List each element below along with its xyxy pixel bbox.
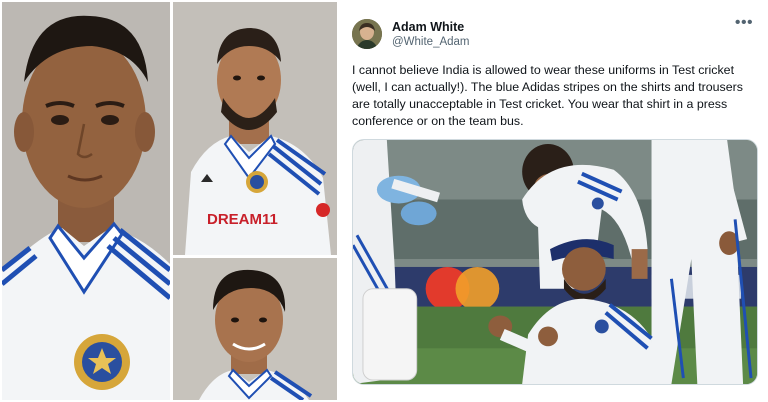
- more-horizontal-icon: •••: [734, 14, 754, 31]
- photo-collage: DREAM11: [0, 0, 340, 402]
- avatar[interactable]: [352, 19, 382, 49]
- display-name[interactable]: Adam White: [392, 20, 464, 34]
- tweet-media-image[interactable]: [352, 139, 758, 385]
- user-handle[interactable]: @White_Adam: [392, 36, 470, 48]
- player-photo-top-right[interactable]: DREAM11: [173, 2, 337, 255]
- player-photo-left[interactable]: [2, 2, 170, 400]
- more-options-button[interactable]: •••: [732, 14, 756, 36]
- tweet-text: I cannot believe India is allowed to wea…: [352, 63, 743, 128]
- tweet-card: Adam White @White_Adam ••• I cannot beli…: [340, 0, 768, 402]
- player-photo-bottom-right[interactable]: [173, 258, 337, 400]
- jersey-sponsor: DREAM11: [207, 211, 278, 228]
